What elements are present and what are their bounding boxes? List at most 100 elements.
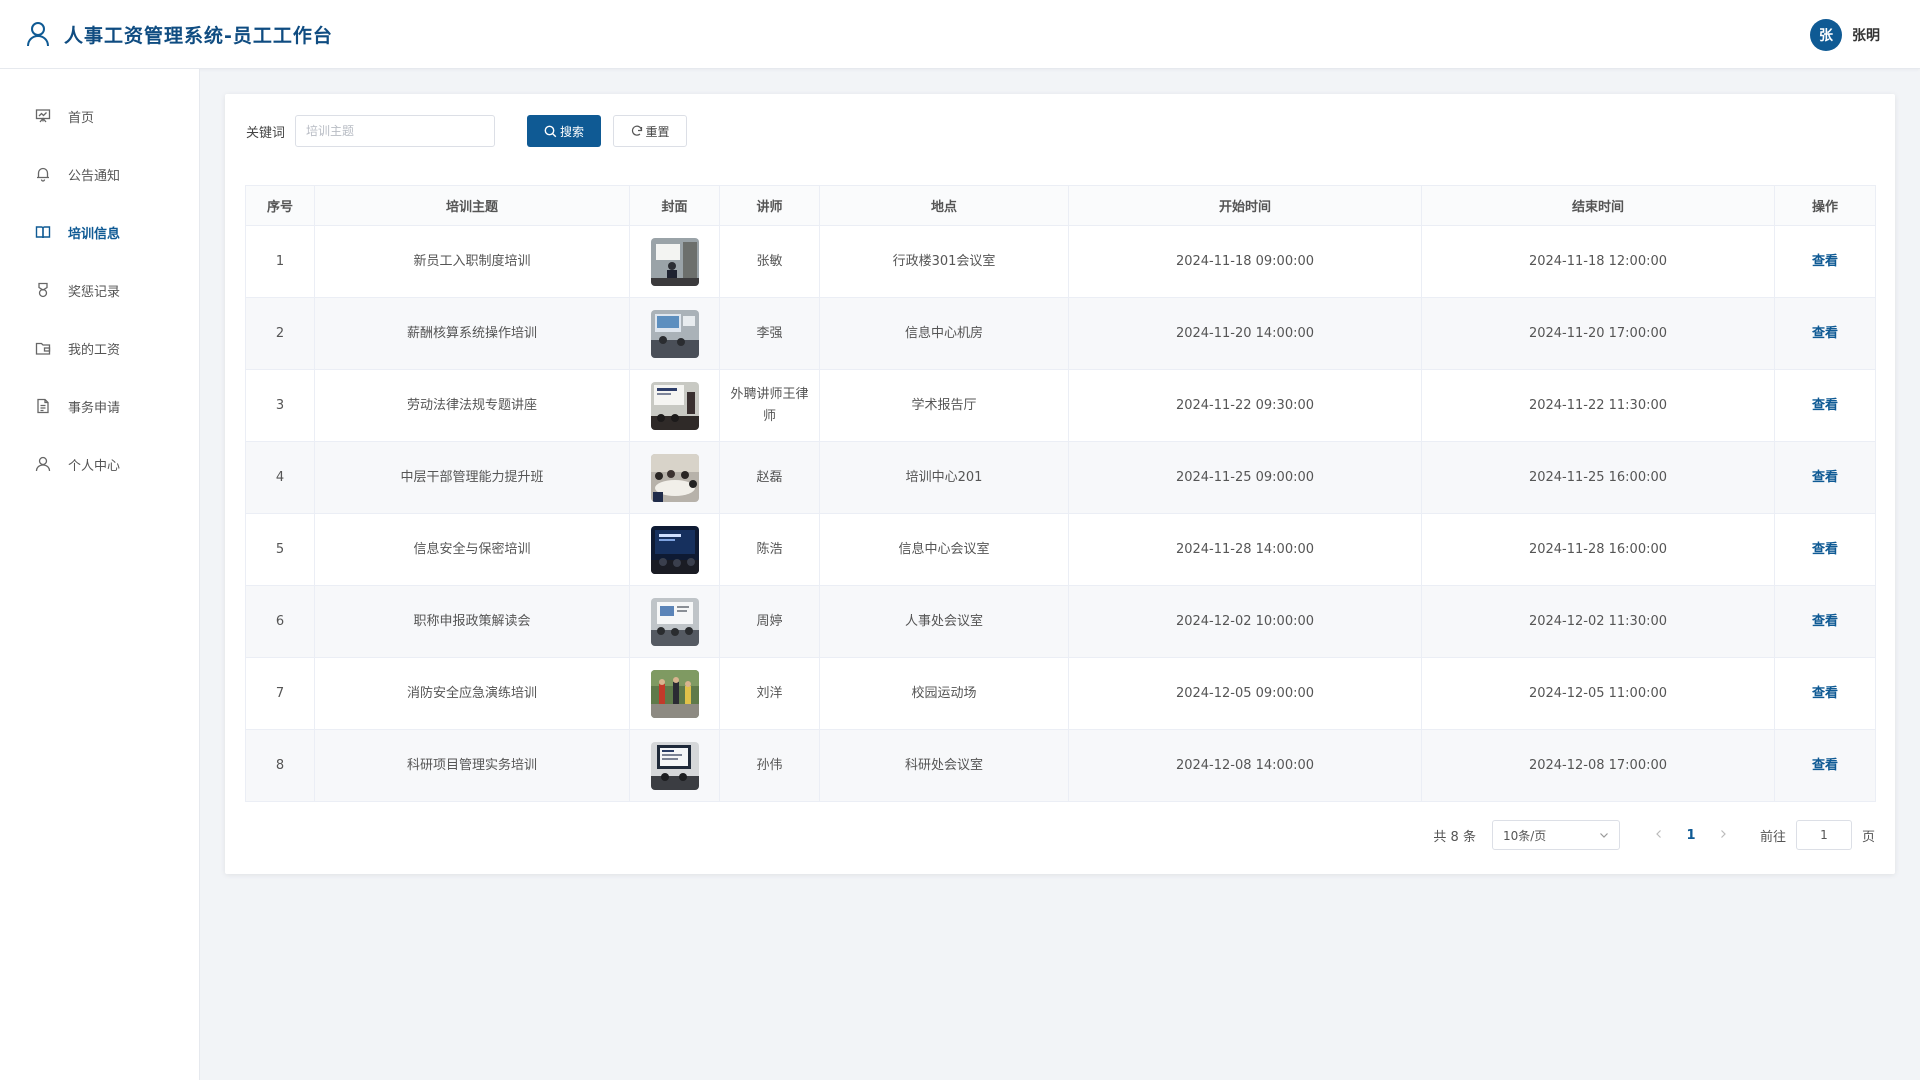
cell-teacher: 赵磊: [719, 441, 820, 514]
view-link[interactable]: 查看: [1812, 614, 1838, 629]
app-title: 人事工资管理系统-员工工作台: [64, 24, 333, 47]
prev-page-button[interactable]: [1644, 827, 1674, 843]
sidebar-item-salary[interactable]: 我的工资: [0, 319, 199, 377]
column-header: 结束时间: [1421, 185, 1775, 226]
table-header: 序号 培训主题 封面 讲师 地点 开始时间 结束时间 操作: [245, 185, 1876, 226]
view-link[interactable]: 查看: [1812, 326, 1838, 341]
sidebar-item-profile[interactable]: 个人中心: [0, 435, 199, 493]
sidebar-item-home[interactable]: 首页: [0, 87, 199, 145]
user-menu[interactable]: 张 张明: [1810, 19, 1880, 51]
table-row: 6 职称申报政策解读会 周婷 人事处会议室 2024-12-02 10:00:0…: [245, 585, 1876, 658]
cell-place: 科研处会议室: [819, 729, 1069, 802]
cell-end: 2024-12-08 17:00:00: [1421, 729, 1775, 802]
cell-end: 2024-11-25 16:00:00: [1421, 441, 1775, 514]
column-header: 培训主题: [314, 185, 630, 226]
cell-topic: 薪酬核算系统操作培训: [314, 297, 630, 370]
sidebar-item-label: 事务申请: [68, 400, 121, 416]
cell-action: 查看: [1774, 729, 1876, 802]
cell-start: 2024-12-08 14:00:00: [1068, 729, 1422, 802]
cover-image[interactable]: [650, 669, 699, 718]
bell-icon: [34, 165, 52, 183]
table-row: 5 信息安全与保密培训 陈浩 信息中心会议室 2024-11-28 14:00:…: [245, 513, 1876, 586]
cell-start: 2024-11-22 09:30:00: [1068, 369, 1422, 442]
chevron-left-icon: [1656, 830, 1661, 838]
table-row: 1 新员工入职制度培训 张敏 行政楼301会议室 2024-11-18 09:0…: [245, 225, 1876, 298]
cell-end: 2024-11-20 17:00:00: [1421, 297, 1775, 370]
page-size-select[interactable]: 10条/页: [1491, 820, 1620, 850]
goto-page-input[interactable]: [1795, 820, 1852, 850]
cell-action: 查看: [1774, 513, 1876, 586]
cell-start: 2024-11-18 09:00:00: [1068, 225, 1422, 298]
cell-topic: 科研项目管理实务培训: [314, 729, 630, 802]
view-link[interactable]: 查看: [1812, 686, 1838, 701]
cell-start: 2024-11-20 14:00:00: [1068, 297, 1422, 370]
reset-button-label: 重置: [645, 124, 670, 139]
cell-no: 6: [245, 585, 315, 658]
user-name[interactable]: 张明: [1852, 25, 1880, 45]
page-size-value: 10条/页: [1502, 828, 1547, 843]
view-link[interactable]: 查看: [1812, 470, 1838, 485]
cell-no: 8: [245, 729, 315, 802]
cell-teacher: 孙伟: [719, 729, 820, 802]
sidebar-item-label: 公告通知: [68, 168, 121, 184]
cover-image[interactable]: [650, 741, 699, 790]
cell-place: 行政楼301会议室: [819, 225, 1069, 298]
cell-place: 人事处会议室: [819, 585, 1069, 658]
avatar[interactable]: 张: [1810, 19, 1842, 51]
cell-end: 2024-12-05 11:00:00: [1421, 657, 1775, 730]
sidebar-item-rewards[interactable]: 奖惩记录: [0, 261, 199, 319]
sidebar-item-training[interactable]: 培训信息: [0, 203, 199, 261]
search-button[interactable]: 搜索: [527, 115, 602, 147]
cell-topic: 中层干部管理能力提升班: [314, 441, 630, 514]
sidebar-item-label: 首页: [68, 110, 95, 126]
cell-cover: [629, 225, 720, 298]
cell-cover: [629, 729, 720, 802]
reset-button[interactable]: 重置: [613, 115, 688, 147]
cell-action: 查看: [1774, 369, 1876, 442]
view-link[interactable]: 查看: [1812, 542, 1838, 557]
column-header: 序号: [245, 185, 315, 226]
cover-image[interactable]: [650, 525, 699, 574]
view-link[interactable]: 查看: [1812, 398, 1838, 413]
table-row: 4 中层干部管理能力提升班 赵磊 培训中心201 2024-11-25 09:0…: [245, 441, 1876, 514]
table-row: 2 薪酬核算系统操作培训 李强 信息中心机房 2024-11-20 14:00:…: [245, 297, 1876, 370]
cover-image[interactable]: [650, 381, 699, 430]
keyword-input[interactable]: [295, 115, 496, 147]
presentation-icon: [34, 107, 52, 125]
top-header: 人事工资管理系统-员工工作台 张 张明: [0, 0, 1920, 69]
column-header: 讲师: [719, 185, 820, 226]
document-icon: [34, 397, 52, 415]
cell-cover: [629, 369, 720, 442]
cover-image[interactable]: [650, 597, 699, 646]
medal-icon: [34, 281, 52, 299]
book-icon: [34, 223, 52, 241]
cell-start: 2024-12-02 10:00:00: [1068, 585, 1422, 658]
goto-label: 前往: [1759, 829, 1786, 845]
cell-teacher: 李强: [719, 297, 820, 370]
cell-topic: 新员工入职制度培训: [314, 225, 630, 298]
cell-teacher: 陈浩: [719, 513, 820, 586]
cover-image[interactable]: [650, 453, 699, 502]
chevron-right-icon: [1721, 830, 1726, 838]
cell-cover: [629, 513, 720, 586]
cell-place: 信息中心会议室: [819, 513, 1069, 586]
cell-teacher: 刘洋: [719, 657, 820, 730]
next-page-button[interactable]: [1708, 827, 1738, 843]
cover-image[interactable]: [650, 237, 699, 286]
cell-topic: 劳动法律法规专题讲座: [314, 369, 630, 442]
cell-cover: [629, 441, 720, 514]
refresh-icon: [631, 125, 642, 136]
column-header: 封面: [629, 185, 720, 226]
cell-topic: 职称申报政策解读会: [314, 585, 630, 658]
column-header: 地点: [819, 185, 1069, 226]
cell-place: 学术报告厅: [819, 369, 1069, 442]
user-icon: [27, 22, 49, 47]
cover-image[interactable]: [650, 309, 699, 358]
cell-action: 查看: [1774, 441, 1876, 514]
view-link[interactable]: 查看: [1812, 758, 1838, 773]
view-link[interactable]: 查看: [1812, 254, 1838, 269]
cell-start: 2024-11-25 09:00:00: [1068, 441, 1422, 514]
sidebar-item-affairs[interactable]: 事务申请: [0, 377, 199, 435]
sidebar-item-notices[interactable]: 公告通知: [0, 145, 199, 203]
page-number[interactable]: 1: [1674, 828, 1708, 843]
